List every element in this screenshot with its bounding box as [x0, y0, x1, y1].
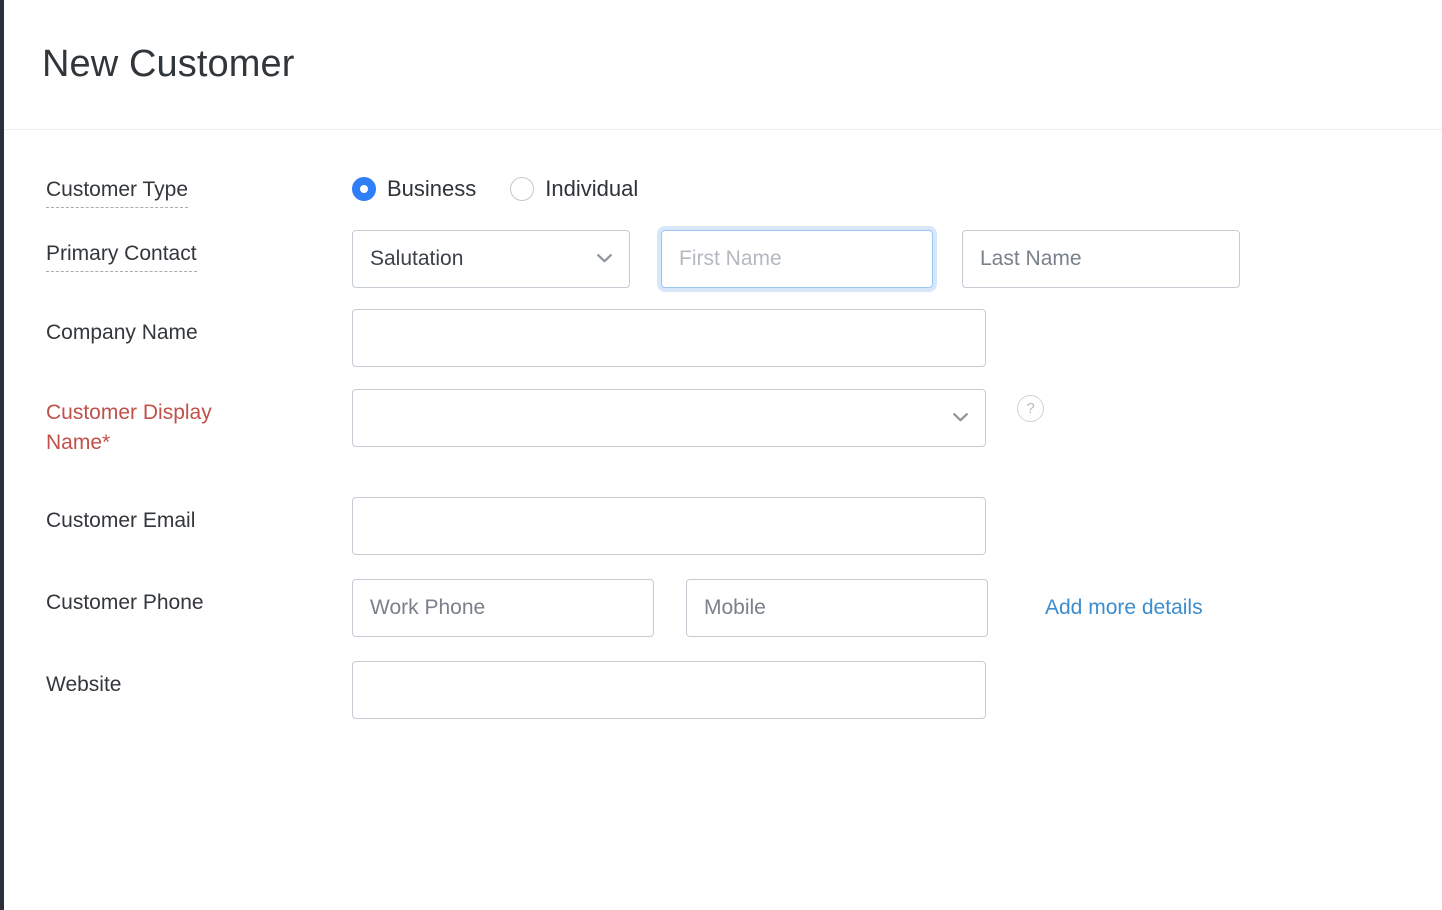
form-row-customer-email: Customer Email	[4, 495, 1442, 555]
help-circle-icon[interactable]: ?	[1017, 395, 1044, 422]
label-cell-primary-contact: Primary Contact	[4, 228, 352, 269]
label-company-name: Company Name	[46, 321, 198, 344]
customer-email-input[interactable]	[352, 497, 986, 555]
last-name-input[interactable]	[962, 230, 1240, 288]
control-cell-customer-phone: Add more details	[352, 577, 1442, 637]
salutation-select-wrapper[interactable]	[352, 230, 630, 288]
control-cell-customer-type: Business Individual	[352, 164, 1442, 204]
form-row-customer-phone: Customer Phone Add more details	[4, 577, 1442, 637]
control-cell-customer-display-name: ?	[352, 387, 1442, 447]
label-cell-customer-display-name: Customer Display Name*	[4, 387, 352, 458]
label-cell-customer-phone: Customer Phone	[4, 577, 352, 618]
form-row-customer-display-name: Customer Display Name* ?	[4, 387, 1442, 458]
customer-type-radio-group: Business Individual	[352, 169, 638, 201]
mobile-phone-input[interactable]	[686, 579, 988, 637]
label-cell-company-name: Company Name	[4, 307, 352, 348]
label-cell-customer-email: Customer Email	[4, 495, 352, 536]
label-cell-website: Website	[4, 659, 352, 700]
form-row-primary-contact: Primary Contact	[4, 228, 1442, 288]
label-customer-phone: Customer Phone	[46, 591, 204, 614]
control-cell-website	[352, 659, 1442, 719]
radio-button-individual[interactable]	[510, 177, 534, 201]
radio-option-business[interactable]: Business	[352, 177, 476, 201]
radio-option-individual[interactable]: Individual	[510, 177, 638, 201]
add-more-details-link[interactable]: Add more details	[1045, 596, 1203, 620]
page-title: New Customer	[42, 44, 295, 86]
control-cell-primary-contact	[352, 228, 1442, 288]
salutation-select[interactable]	[352, 230, 630, 288]
help-icon-glyph: ?	[1026, 401, 1034, 416]
control-cell-customer-email	[352, 495, 1442, 555]
label-customer-email: Customer Email	[46, 509, 195, 532]
page-header: New Customer	[4, 0, 1442, 130]
label-cell-customer-type: Customer Type	[4, 164, 352, 205]
company-name-input[interactable]	[352, 309, 986, 367]
form-row-website: Website	[4, 659, 1442, 719]
new-customer-form: Customer Type Business Individual Pr	[4, 130, 1442, 719]
website-input[interactable]	[352, 661, 986, 719]
label-website: Website	[46, 673, 121, 696]
window-edge-strip	[0, 0, 4, 910]
form-row-customer-type: Customer Type Business Individual	[4, 164, 1442, 205]
radio-label-individual: Individual	[545, 178, 638, 200]
first-name-input[interactable]	[661, 230, 933, 288]
new-customer-page: New Customer Customer Type Business Indi…	[4, 0, 1442, 910]
label-customer-display-name: Customer Display Name*	[46, 398, 276, 458]
radio-button-business[interactable]	[352, 177, 376, 201]
label-customer-type: Customer Type	[46, 178, 188, 208]
customer-display-name-select[interactable]	[352, 389, 986, 447]
control-cell-company-name	[352, 307, 1442, 367]
label-primary-contact: Primary Contact	[46, 242, 197, 272]
radio-label-business: Business	[387, 178, 476, 200]
work-phone-input[interactable]	[352, 579, 654, 637]
form-row-company-name: Company Name	[4, 307, 1442, 367]
customer-display-name-select-wrapper[interactable]	[352, 389, 986, 447]
